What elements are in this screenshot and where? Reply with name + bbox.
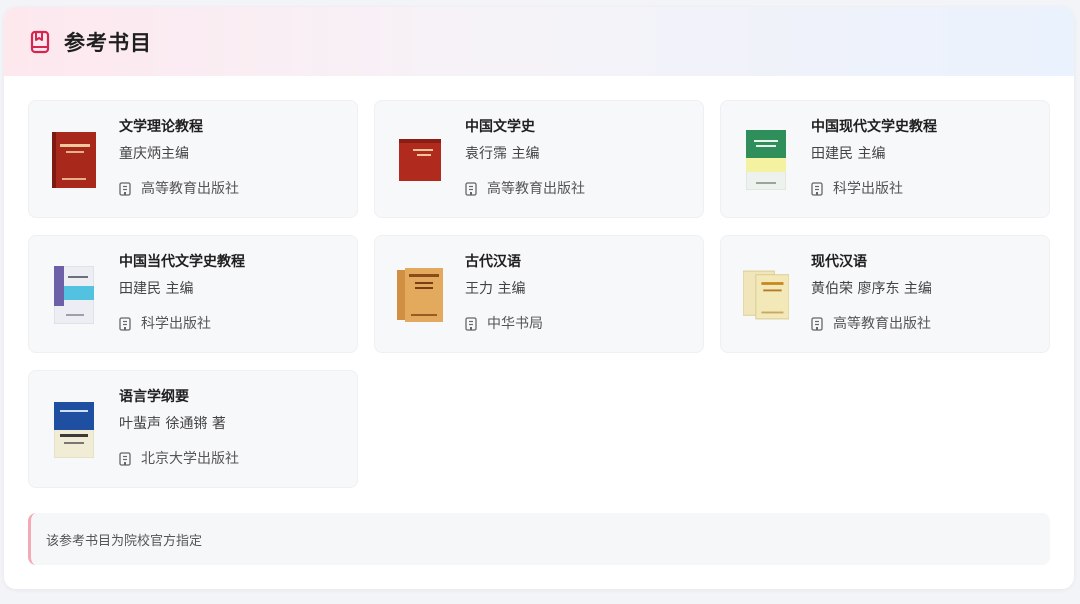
book-card[interactable]: 古代汉语 王力 主编 中华书局 [374,235,704,353]
book-cover-image [397,131,443,189]
page-title: 参考书目 [64,30,152,55]
book-author: 田建民 主编 [811,146,886,162]
book-title: 文学理论教程 [119,119,203,135]
card-header: 参考书目 [4,7,1074,76]
book-cover-image [743,130,789,190]
building-icon [119,452,131,466]
book-author: 童庆炳主编 [119,146,189,162]
building-icon [119,317,131,331]
book-card[interactable]: 文学理论教程 童庆炳主编 高等教育出版社 [28,100,358,218]
book-list: 文学理论教程 童庆炳主编 高等教育出版社 中国文学史 袁行霈 主编 高等教育出版… [28,100,1050,488]
building-icon [119,182,131,196]
book-publisher: 高等教育出版社 [487,181,585,197]
book-title: 中国文学史 [465,119,535,135]
book-publisher: 高等教育出版社 [141,181,239,197]
book-card[interactable]: 中国现代文学史教程 田建民 主编 科学出版社 [720,100,1050,218]
official-note: 该参考书目为院校官方指定 [28,513,1050,565]
book-cover-image [51,266,97,324]
book-cover-image [51,401,97,459]
book-author: 叶蜚声 徐通锵 著 [119,416,226,432]
book-card[interactable]: 现代汉语 黄伯荣 廖序东 主编 高等教育出版社 [720,235,1050,353]
book-author: 黄伯荣 廖序东 主编 [811,281,932,297]
book-cover-image [743,266,789,324]
book-card[interactable]: 中国文学史 袁行霈 主编 高等教育出版社 [374,100,704,218]
book-title: 语言学纲要 [119,389,189,405]
building-icon [465,317,477,331]
book-cover-image [51,131,97,189]
building-icon [811,182,823,196]
book-title: 古代汉语 [465,254,521,270]
book-author: 袁行霈 主编 [465,146,540,162]
book-publisher: 科学出版社 [833,181,903,197]
note-text: 该参考书目为院校官方指定 [46,533,203,549]
building-icon [811,317,823,331]
book-icon [30,30,50,54]
book-card[interactable]: 中国当代文学史教程 田建民 主编 科学出版社 [28,235,358,353]
book-title: 现代汉语 [811,254,867,270]
book-publisher: 中华书局 [487,316,543,332]
reference-books-card: 参考书目 文学理论教程 童庆炳主编 高等教育出版社 中国文学史 袁行霈 主编 高… [4,7,1074,589]
book-publisher: 科学出版社 [141,316,211,332]
book-card[interactable]: 语言学纲要 叶蜚声 徐通锵 著 北京大学出版社 [28,370,358,488]
book-author: 王力 主编 [465,281,526,297]
book-publisher: 北京大学出版社 [141,451,239,467]
book-author: 田建民 主编 [119,281,194,297]
building-icon [465,182,477,196]
book-cover-image [397,266,443,324]
book-publisher: 高等教育出版社 [833,316,931,332]
book-title: 中国现代文学史教程 [811,119,937,135]
book-title: 中国当代文学史教程 [119,254,245,270]
